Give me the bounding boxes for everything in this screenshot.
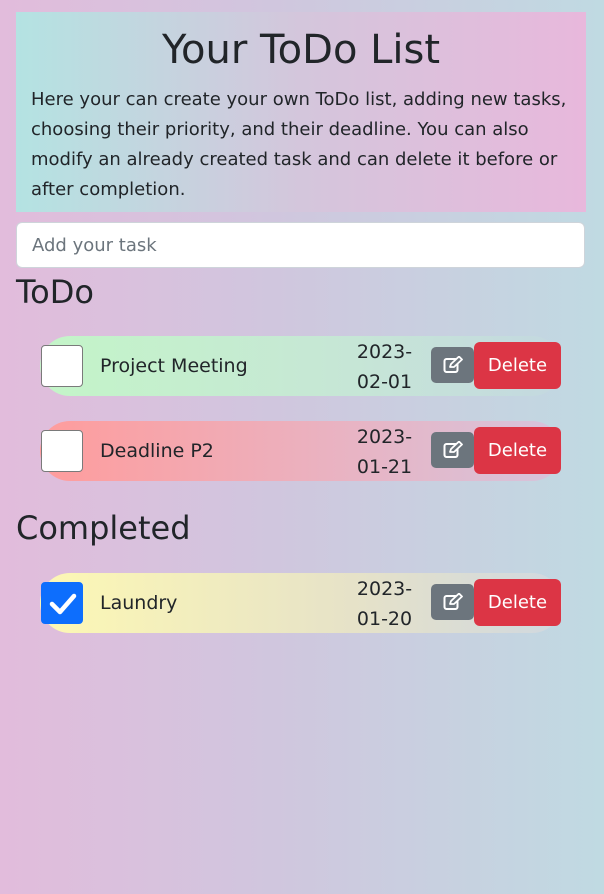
delete-button[interactable]: Delete [474,427,561,474]
task-deadline-year: 2023- [356,578,413,600]
task-checkbox[interactable] [41,345,83,387]
edit-button[interactable] [431,347,474,383]
checkmark-icon [49,593,77,615]
header-panel: Your ToDo List Here your can create your… [16,12,586,212]
task-deadline: 2023- 01-21 [343,422,426,482]
completed-section-title: Completed [16,509,191,547]
task-deadline: 2023- 01-20 [343,574,426,634]
pencil-square-icon [443,441,463,458]
edit-button[interactable] [431,584,474,620]
task-checkbox-checked[interactable] [41,582,83,624]
task-name: Deadline P2 [100,440,214,462]
task-deadline-year: 2023- [356,426,413,448]
task-item-project-meeting: Project Meeting 2023- 02-01 Delete [40,336,562,396]
delete-button[interactable]: Delete [474,342,561,389]
edit-button[interactable] [431,432,474,468]
task-item-deadline-p2: Deadline P2 2023- 01-21 Delete [40,421,562,481]
page-title: Your ToDo List [161,27,441,73]
add-task-input[interactable] [16,222,585,268]
task-deadline-year: 2023- [356,341,413,363]
task-deadline-day: 01-20 [356,608,413,630]
pencil-square-icon [443,593,463,610]
task-name: Project Meeting [100,355,248,377]
task-deadline-day: 02-01 [356,371,413,393]
task-deadline: 2023- 02-01 [343,337,426,397]
todo-section-title: ToDo [16,273,94,311]
delete-button[interactable]: Delete [474,579,561,626]
task-item-laundry: Laundry 2023- 01-20 Delete [40,573,562,633]
task-name: Laundry [100,592,178,614]
task-checkbox[interactable] [41,430,83,472]
page-description: Here your can create your own ToDo list,… [31,89,567,200]
pencil-square-icon [443,356,463,373]
task-deadline-day: 01-21 [356,456,413,478]
